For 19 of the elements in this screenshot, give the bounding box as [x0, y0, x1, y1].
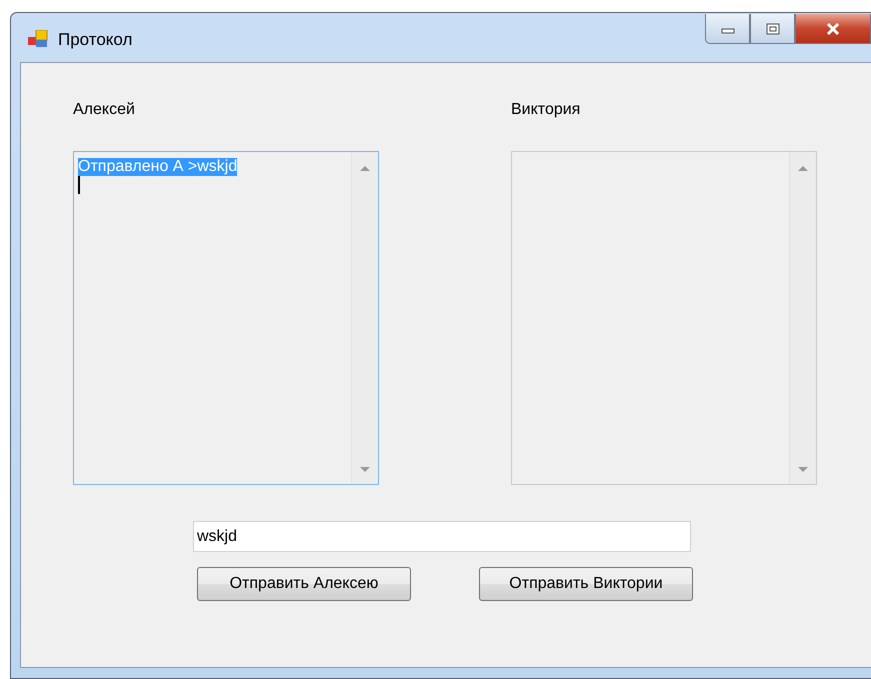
maximize-icon [766, 22, 780, 34]
window-title: Протокол [58, 30, 132, 50]
close-button[interactable] [795, 14, 871, 44]
minimize-button[interactable] [705, 14, 750, 44]
scrollbar[interactable] [789, 152, 816, 484]
message-input[interactable]: wskjd [193, 521, 691, 552]
scroll-up-icon [797, 164, 809, 172]
scrollbar[interactable] [351, 152, 378, 484]
send-button[interactable]: Отправить Виктории [479, 567, 693, 601]
app-icon [28, 30, 48, 48]
maximize-button[interactable] [750, 14, 795, 44]
scroll-down-icon [797, 466, 809, 474]
text-caret [78, 176, 80, 194]
send-button[interactable]: Отправить Алексею [197, 567, 411, 601]
close-icon [825, 22, 841, 36]
panel-label: Алексей [73, 101, 135, 119]
panel-label: Виктория [511, 101, 580, 119]
scroll-down-icon [359, 466, 371, 474]
scroll-up-icon [359, 164, 371, 172]
